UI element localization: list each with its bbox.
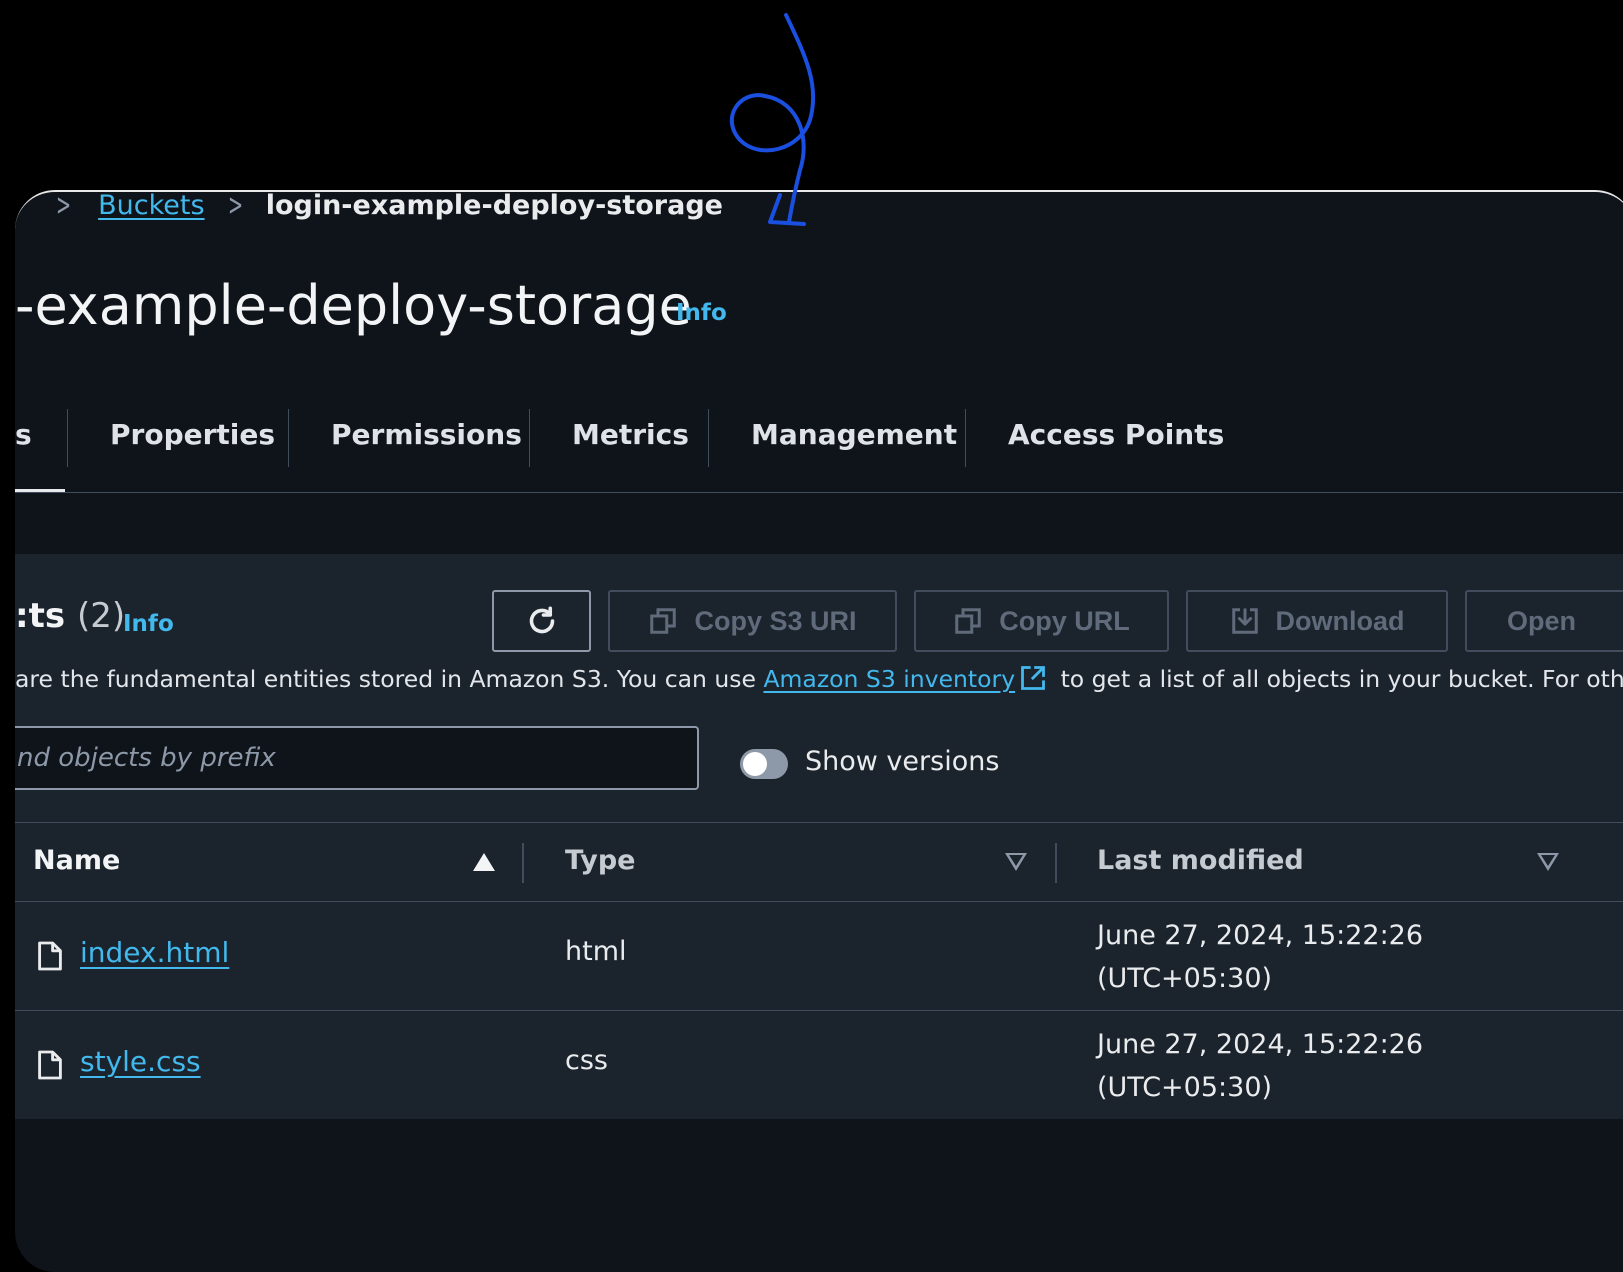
- tab-management[interactable]: Management: [751, 405, 957, 491]
- open-label: Open: [1507, 605, 1577, 636]
- chevron-right-icon: >: [56, 190, 72, 223]
- copy-url-label: Copy URL: [999, 605, 1130, 636]
- tab-metrics[interactable]: Metrics: [572, 405, 689, 491]
- sort-descending-icon[interactable]: [1005, 853, 1027, 871]
- download-label: Download: [1275, 605, 1405, 636]
- external-link-icon: [1021, 666, 1046, 690]
- breadcrumb-buckets-link[interactable]: Buckets: [98, 192, 204, 221]
- copy-icon: [955, 608, 981, 634]
- file-icon: [38, 1050, 62, 1080]
- object-last-modified: June 27, 2024, 15:22:26 (UTC+05:30): [1097, 1029, 1424, 1103]
- toggle-knob: [743, 752, 767, 776]
- objects-card: :ts (2) Info Copy S3 URI Copy URL Downlo…: [15, 554, 1623, 1119]
- tab-objects[interactable]: s: [15, 405, 32, 491]
- show-versions-label: Show versions: [805, 746, 1000, 777]
- copy-s3-uri-button[interactable]: Copy S3 URI: [608, 590, 897, 652]
- chevron-right-icon: >: [227, 190, 243, 223]
- breadcrumb-current: login-example-deploy-storage: [265, 190, 723, 221]
- objects-heading: :ts (2): [15, 596, 125, 636]
- table-row: index.html html June 27, 2024, 15:22:26 …: [15, 901, 1623, 1010]
- divider: [15, 492, 1623, 493]
- objects-description: are the fundamental entities stored in A…: [15, 665, 1623, 693]
- s3-inventory-link[interactable]: Amazon S3 inventory: [763, 665, 1015, 693]
- tab-properties[interactable]: Properties: [110, 405, 275, 491]
- refresh-button[interactable]: [492, 590, 591, 652]
- object-link[interactable]: index.html: [80, 936, 229, 969]
- title-info-link[interactable]: Info: [676, 300, 727, 326]
- open-button[interactable]: Open: [1465, 590, 1623, 652]
- table-row: style.css css June 27, 2024, 15:22:26 (U…: [15, 1010, 1623, 1119]
- sort-ascending-icon[interactable]: [473, 853, 495, 871]
- objects-count: (2): [76, 596, 126, 636]
- download-button[interactable]: Download: [1186, 590, 1448, 652]
- column-header-last-modified[interactable]: Last modified: [1097, 845, 1304, 876]
- tab-access-points[interactable]: Access Points: [1008, 405, 1224, 491]
- breadcrumb: > Buckets > login-example-deploy-storage: [15, 190, 723, 223]
- show-versions-toggle[interactable]: [740, 749, 788, 779]
- copy-url-button[interactable]: Copy URL: [914, 590, 1169, 652]
- sort-descending-icon[interactable]: [1537, 853, 1559, 871]
- table-header: Name Type Last modified: [15, 823, 1623, 901]
- column-header-name[interactable]: Name: [33, 845, 120, 876]
- objects-heading-text: :ts: [15, 596, 66, 636]
- page-title: -example-deploy-storage: [15, 274, 692, 337]
- refresh-icon: [529, 606, 554, 634]
- copy-s3-uri-label: Copy S3 URI: [694, 605, 857, 636]
- object-type: html: [565, 936, 627, 967]
- tab-bar: s Properties Permissions Metrics Managem…: [15, 405, 1623, 493]
- object-last-modified: June 27, 2024, 15:22:26 (UTC+05:30): [1097, 920, 1424, 994]
- object-link[interactable]: style.css: [80, 1045, 201, 1078]
- search-input[interactable]: [15, 726, 699, 790]
- object-type: css: [565, 1045, 608, 1076]
- download-icon: [1231, 608, 1258, 634]
- s3-console-panel: > Buckets > login-example-deploy-storage…: [15, 190, 1623, 1272]
- column-header-type[interactable]: Type: [565, 845, 635, 876]
- tab-permissions[interactable]: Permissions: [331, 405, 522, 491]
- copy-icon: [650, 608, 677, 634]
- objects-info-link[interactable]: Info: [123, 611, 174, 637]
- file-icon: [38, 941, 62, 971]
